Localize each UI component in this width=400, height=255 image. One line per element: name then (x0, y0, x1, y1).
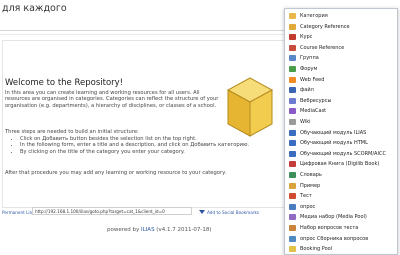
menu-item-wiki[interactable]: Wiki (286, 117, 396, 127)
media-pool-icon (289, 214, 296, 221)
learning-module-scorm-icon (289, 150, 296, 157)
ilias-link[interactable]: ILIAS (141, 227, 155, 233)
menu-item-forum[interactable]: Форум (286, 64, 396, 74)
menu-item-file[interactable]: файл (286, 85, 396, 95)
steps-list: Click on Добавить button besides the sel… (12, 136, 280, 155)
steps-title: Three steps are needed to build an initi… (5, 129, 139, 135)
permalink-field[interactable]: http://192.168.1.100/ilias/goto.php?targ… (32, 207, 192, 215)
group-icon (289, 55, 296, 62)
menu-item-example[interactable]: Пример (286, 181, 396, 191)
question-pool-survey-icon (289, 235, 296, 242)
powered-prefix: powered by (107, 227, 141, 233)
welcome-title: Welcome to the Repository! (5, 78, 124, 88)
menu-item-question-pool-test[interactable]: Набор вопросов теста (286, 223, 396, 233)
wiki-icon (289, 119, 296, 125)
menu-item-web-feed[interactable]: Web Feed (286, 75, 396, 85)
menu-item-group[interactable]: Группа (286, 53, 396, 63)
forum-icon (289, 66, 296, 72)
add-new-item-dropdown[interactable]: Категория Category Reference Курс Course… (284, 8, 398, 255)
menu-item-course-reference[interactable]: Course Reference (286, 43, 396, 53)
version-text: (v4.1.7 2011-07-18) (154, 227, 212, 233)
page-title: для каждого (2, 3, 67, 14)
menu-item-category-reference[interactable]: Category Reference (286, 22, 396, 32)
menu-item-course[interactable]: Курс (286, 32, 396, 42)
menu-item-learning-module-html[interactable]: Обучающий модуль HTML (286, 138, 396, 148)
repository-cube-icon (226, 77, 274, 137)
menu-item-booking-pool[interactable]: Booking Pool (286, 244, 396, 254)
mediacast-icon (289, 108, 296, 115)
example-icon (289, 182, 296, 189)
divider (0, 30, 290, 31)
menu-item-learning-module-scorm[interactable]: Обучающий модуль SCORM/AICC (286, 149, 396, 159)
powered-by: powered by ILIAS (v4.1.7 2011-07-18) (107, 227, 212, 233)
learning-module-ilias-icon (289, 129, 296, 136)
menu-item-category[interactable]: Категория (286, 11, 396, 21)
add-social-bookmarks-link[interactable]: Add to Social Bookmarks (207, 210, 259, 215)
menu-item-test[interactable]: Тест (286, 191, 396, 201)
step-item: In the following form, enter a title and… (20, 142, 280, 148)
survey-icon (289, 203, 296, 210)
web-feed-icon (289, 76, 296, 83)
menu-item-digilib-book[interactable]: Цифровая Книга (Digilib Book) (286, 159, 396, 169)
digilib-book-icon (289, 161, 296, 168)
permalink-label: Permanent Link: (2, 210, 37, 215)
menu-item-survey[interactable]: опрос (286, 202, 396, 212)
file-icon (289, 87, 296, 94)
menu-item-media-pool[interactable]: Медиа набор (Media Pool) (286, 212, 396, 222)
course-icon (289, 34, 296, 41)
course-reference-icon (289, 44, 296, 51)
step-item: By clicking on the title of the category… (20, 149, 280, 155)
after-text: After that procedure you may add any lea… (5, 170, 227, 176)
test-icon (289, 193, 296, 200)
bookmark-arrow-icon[interactable] (199, 210, 205, 214)
menu-item-learning-module-ilias[interactable]: Обучающий модуль ILIAS (286, 128, 396, 138)
category-reference-icon (289, 23, 296, 30)
intro-text: In this area you can create learning and… (5, 90, 219, 109)
question-pool-test-icon (289, 225, 296, 231)
weblink-icon (289, 97, 296, 104)
menu-item-question-pool-survey[interactable]: опрос Сборника вопросов (286, 234, 396, 244)
category-icon (289, 13, 296, 19)
menu-item-weblink[interactable]: Вебресурсы (286, 96, 396, 106)
divider (0, 34, 290, 35)
glossary-icon (289, 172, 296, 178)
menu-item-glossary[interactable]: Словарь (286, 170, 396, 180)
learning-module-html-icon (289, 140, 296, 147)
booking-pool-icon (289, 246, 296, 253)
menu-item-mediacast[interactable]: MediaCast (286, 106, 396, 116)
